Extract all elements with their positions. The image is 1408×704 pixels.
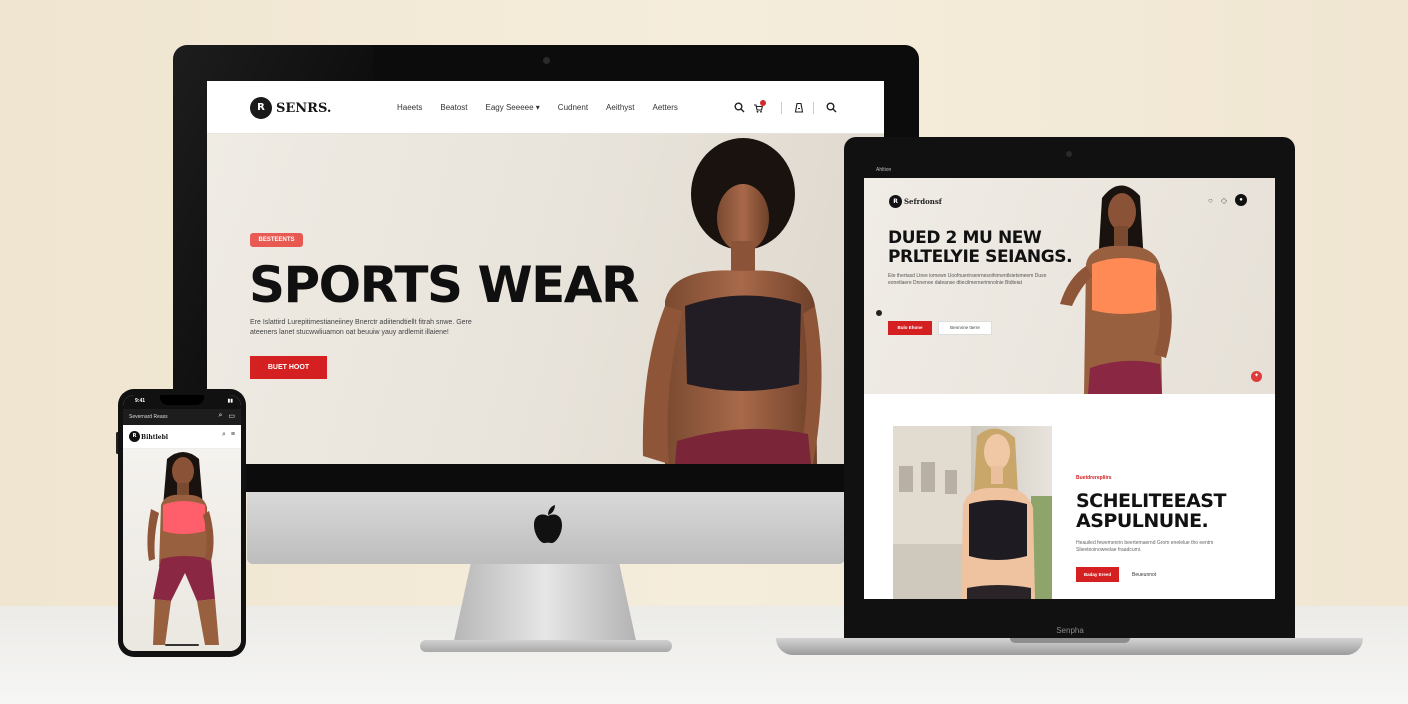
feature-link[interactable]: Beueunnot xyxy=(1132,572,1156,578)
laptop-nav-icons: ○ ◇ ● xyxy=(1208,194,1247,206)
laptop-hero-description: Ete thertasd Ltree iomewn Uoofnuerirsenr… xyxy=(888,273,1047,286)
laptop-feature-image xyxy=(893,426,1052,599)
laptop-topbar-text: Ahltion xyxy=(876,167,892,173)
chat-icon[interactable]: ✦ xyxy=(1251,371,1262,382)
brand-logo-icon[interactable]: R xyxy=(129,431,140,442)
hero-model-image xyxy=(642,138,822,464)
brand-logo-icon[interactable]: R xyxy=(250,97,272,119)
battery-icon: ▮▮ xyxy=(227,398,233,404)
phone-notch xyxy=(160,395,204,405)
laptop-secondary-button[interactable]: Bennnne tterre xyxy=(938,321,992,335)
imac-screen: R SENRS. Haeets Beatost Eagy Seeeee ▾ Cu… xyxy=(207,81,884,464)
nav-divider xyxy=(781,102,782,114)
hero-title: SPORTS WEAR xyxy=(249,256,639,314)
phone-navbar: R Bihtlebl ⌕ ≡ xyxy=(123,425,241,449)
feature-model-image xyxy=(893,426,1052,599)
phone-home-indicator xyxy=(165,644,199,646)
menu-item-3-label: Eagy Seeeee xyxy=(485,103,534,112)
feature-title-line-2: ASPULNUNE. xyxy=(1076,510,1209,532)
imac-stand-base xyxy=(420,640,672,652)
imac-navbar: R SENRS. Haeets Beatost Eagy Seeeee ▾ Cu… xyxy=(207,81,884,134)
menu-item-4[interactable]: Cudnent xyxy=(558,103,588,112)
laptop-topbar: Ahltion xyxy=(876,167,1272,175)
laptop-camera xyxy=(1066,151,1072,157)
bag-icon[interactable] xyxy=(794,102,804,113)
laptop-brand-name[interactable]: Sefrdonsf xyxy=(904,197,942,206)
main-menu: Haeets Beatost Eagy Seeeee ▾ Cudnent Aei… xyxy=(397,103,678,112)
search-icon[interactable]: ⌕ xyxy=(222,431,226,439)
nav-divider xyxy=(813,102,814,114)
apple-logo-icon xyxy=(534,505,562,544)
imac-stand xyxy=(452,564,638,650)
slider-dot[interactable] xyxy=(876,310,882,316)
menu-item-2[interactable]: Beatost xyxy=(440,103,467,112)
phone-nav-icons: ⌕ ≡ xyxy=(222,431,235,439)
laptop-title-line-2: PRLTELYIE SEIANGS. xyxy=(888,247,1073,267)
cart-count-badge xyxy=(760,100,766,106)
brand-name[interactable]: SENRS. xyxy=(276,101,331,116)
phone-browser-bar: Severnard Reass ⌕ ▭ xyxy=(123,409,241,425)
phone-brand-name[interactable]: Bihtlebl xyxy=(141,434,168,441)
search-icon[interactable] xyxy=(826,102,837,113)
phone-hero xyxy=(123,449,241,651)
search-icon[interactable]: ⌕ xyxy=(218,412,222,420)
hero-badge: BESTEENTS xyxy=(250,233,303,247)
brand-logo-icon[interactable]: R xyxy=(889,195,902,208)
phone-browser-icons: ⌕ ▭ xyxy=(218,412,235,420)
tabs-icon[interactable]: ▭ xyxy=(228,412,235,420)
laptop-screen: R Sefrdonsf ○ ◇ ● DUED 2 MU NEW PRLTELYI… xyxy=(864,178,1275,599)
feature-shop-button[interactable]: Baday Ereed xyxy=(1076,567,1119,582)
phone-status-bar: 9:41 ▮▮ xyxy=(123,395,241,409)
bag-icon[interactable]: ◇ xyxy=(1221,196,1227,205)
menu-item-5[interactable]: Aeithyst xyxy=(606,103,634,112)
laptop-shop-button[interactable]: Bulo Ehone xyxy=(888,321,932,335)
laptop-hero-title: DUED 2 MU NEW PRLTELYIE SEIANGS. xyxy=(888,228,1073,267)
phone-hero-model-image xyxy=(147,452,219,645)
imac-camera xyxy=(543,57,550,64)
laptop-title-line-1: DUED 2 MU NEW xyxy=(888,228,1042,248)
feature-title: SCHELITEEAST ASPULNUNE. xyxy=(1076,491,1226,531)
search-icon[interactable] xyxy=(734,102,745,113)
menu-item-1[interactable]: Haeets xyxy=(397,103,422,112)
shop-now-button[interactable]: BUET HOOT xyxy=(250,356,327,379)
hero-description: Ere Islattird Lurepitimestianeiiney Bner… xyxy=(250,319,472,336)
account-icon[interactable]: ● xyxy=(1235,194,1247,206)
menu-item-6[interactable]: Aetters xyxy=(653,103,678,112)
menu-item-3-dropdown[interactable]: Eagy Seeeee ▾ xyxy=(486,103,540,112)
laptop-hero: R Sefrdonsf ○ ◇ ● DUED 2 MU NEW PRLTELYI… xyxy=(864,178,1275,394)
laptop-model-label: Senpha xyxy=(1056,626,1084,635)
menu-icon[interactable]: ≡ xyxy=(231,431,235,439)
phone-url-text[interactable]: Severnard Reass xyxy=(129,414,168,420)
phone-time: 9:41 xyxy=(135,398,146,404)
laptop-hinge-notch xyxy=(1010,638,1130,643)
phone-screen: 9:41 ▮▮ Severnard Reass ⌕ ▭ R Bihtlebl ⌕… xyxy=(123,395,241,651)
feature-description: Heauiled fewemenrin beertemaernd Grom en… xyxy=(1076,540,1214,553)
chevron-down-icon: ▾ xyxy=(533,103,540,112)
laptop-hero-model-image xyxy=(1060,185,1172,394)
feature-title-line-1: SCHELITEEAST xyxy=(1076,490,1226,512)
feature-kicker: Buetdrerepliirs xyxy=(1076,475,1112,481)
